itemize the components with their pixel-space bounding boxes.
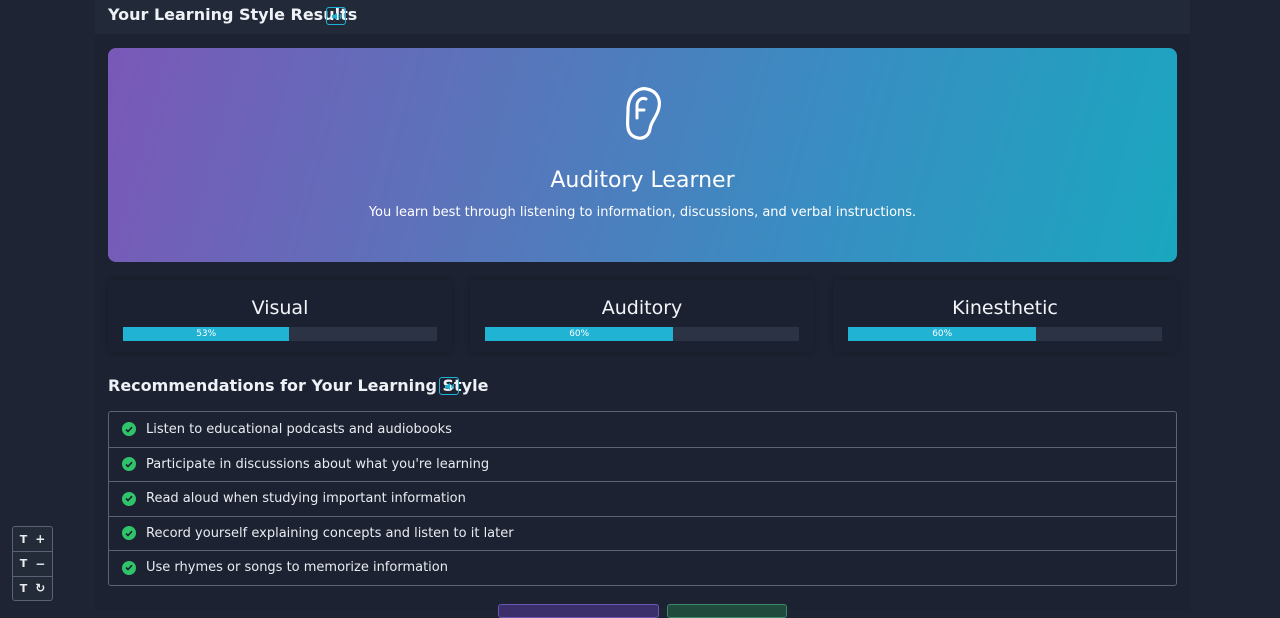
list-item: Participate in discussions about what yo… (109, 446, 1176, 482)
main-content: Your Learning Style Results Auditory Lea… (95, 0, 1190, 618)
results-header: Your Learning Style Results (95, 0, 1190, 34)
reset-icon: ↻ (35, 581, 46, 596)
recommendations-list: Listen to educational podcasts and audio… (108, 411, 1177, 586)
score-bar-fill: 60% (848, 327, 1037, 341)
check-circle-icon (122, 526, 136, 541)
score-label: Auditory (601, 297, 683, 319)
read-aloud-recommendations-button[interactable] (439, 377, 459, 395)
increase-font-button[interactable]: T + (13, 527, 52, 551)
text-size-icon: T (19, 532, 28, 546)
score-percent: 60% (932, 329, 953, 339)
list-item: Use rhymes or songs to memorize informat… (109, 550, 1176, 585)
text-size-icon: T (19, 581, 28, 595)
minus-icon: − (35, 556, 46, 571)
recommendation-text: Use rhymes or songs to memorize informat… (146, 560, 448, 576)
learning-style-title: Auditory Learner (550, 168, 735, 193)
score-card-auditory: Auditory 60% (470, 280, 814, 352)
recommendation-text: Record yourself explaining concepts and … (146, 525, 514, 541)
retake-quiz-button[interactable] (498, 604, 659, 618)
save-results-button[interactable] (667, 604, 787, 618)
score-percent: 53% (196, 329, 217, 339)
check-circle-icon (122, 457, 136, 472)
speaker-icon (444, 382, 454, 390)
score-card-kinesthetic: Kinesthetic 60% (833, 280, 1177, 352)
recommendation-text: Read aloud when studying important infor… (146, 491, 466, 507)
score-bar-fill: 53% (123, 327, 290, 341)
reset-font-button[interactable]: T ↻ (13, 575, 52, 600)
check-circle-icon (122, 560, 136, 575)
check-circle-icon (122, 491, 136, 506)
list-item: Record yourself explaining concepts and … (109, 515, 1176, 551)
recommendations-title: Recommendations for Your Learning Style (108, 376, 489, 395)
ear-icon (625, 87, 661, 140)
learning-style-hero: Auditory Learner You learn best through … (108, 48, 1177, 262)
list-item: Read aloud when studying important infor… (109, 481, 1176, 516)
score-card-visual: Visual 53% (108, 280, 452, 352)
score-bar-track: 60% (848, 327, 1162, 341)
plus-icon: + (35, 532, 46, 547)
font-size-controls: T + T − T ↻ (12, 526, 53, 601)
score-bar-fill: 60% (485, 327, 674, 341)
score-bar-track: 53% (123, 327, 437, 341)
score-percent: 60% (569, 329, 590, 339)
score-label: Kinesthetic (952, 297, 1058, 319)
text-size-icon: T (19, 557, 28, 571)
read-aloud-button[interactable] (326, 7, 346, 25)
score-label: Visual (251, 297, 309, 319)
recommendation-text: Participate in discussions about what yo… (146, 456, 490, 472)
check-circle-icon (122, 422, 136, 437)
speaker-icon (331, 12, 341, 20)
list-item: Listen to educational podcasts and audio… (109, 412, 1176, 447)
decrease-font-button[interactable]: T − (13, 551, 52, 575)
learning-style-description: You learn best through listening to info… (368, 205, 917, 220)
score-bar-track: 60% (485, 327, 799, 341)
recommendation-text: Listen to educational podcasts and audio… (146, 421, 452, 437)
page-title: Your Learning Style Results (108, 5, 358, 24)
